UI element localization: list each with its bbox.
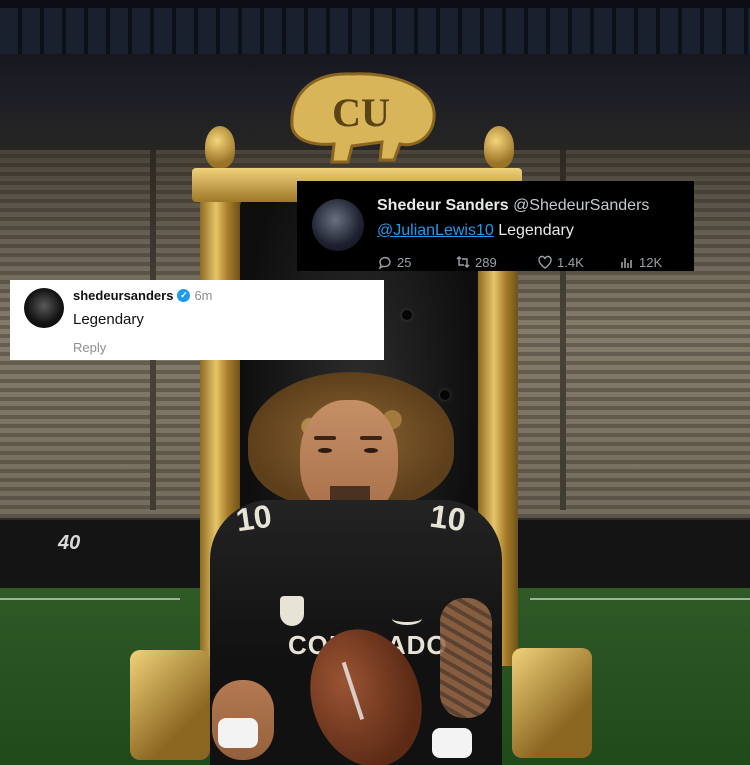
wristband-right: [432, 728, 472, 758]
wall-number: 40: [58, 532, 81, 554]
reply-icon: [378, 256, 391, 270]
like-stat[interactable]: 1.4K: [537, 254, 584, 270]
jersey-number-right: 10: [427, 497, 468, 539]
verified-badge-icon: ✓: [177, 289, 191, 302]
reply-count: 25: [397, 254, 412, 270]
retweet-count: 289: [475, 254, 497, 270]
player-brow: [360, 436, 382, 440]
yard-line: [0, 598, 180, 600]
retweet-icon: [456, 256, 470, 268]
svg-text:CU: CU: [332, 90, 390, 135]
player-eye: [364, 448, 378, 453]
jersey-number-left: 10: [233, 497, 274, 539]
throne-arm-left: [130, 650, 210, 760]
photo-background: 40 CU 10 10 COLORADO: [0, 0, 750, 765]
comment-text: Legendary: [73, 311, 144, 328]
player-brow: [314, 436, 336, 440]
tweet-stats: 25 289 1.4K 12K: [371, 254, 691, 272]
throne-tuft: [440, 390, 450, 400]
throne-arm-right: [512, 648, 592, 758]
pac12-patch: [280, 596, 304, 626]
tweet-avatar[interactable]: [312, 199, 364, 251]
view-count: 12K: [639, 254, 663, 270]
wristband-left: [218, 718, 258, 748]
reply-stat[interactable]: 25: [377, 254, 411, 270]
views-stat[interactable]: 12K: [619, 254, 662, 270]
player-eye: [318, 448, 332, 453]
tweet-author-handle[interactable]: @ShedeurSanders: [513, 197, 649, 214]
press-box: [0, 8, 750, 54]
throne-finial-right: [484, 126, 514, 168]
tweet-mention-link[interactable]: @JulianLewis10: [377, 222, 494, 239]
throne-finial-left: [205, 126, 235, 168]
instagram-comment-card: shedeursanders ✓ 6m Legendary Reply: [10, 280, 384, 360]
retweet-stat[interactable]: 289: [455, 254, 497, 270]
tweet-body: Legendary: [498, 222, 574, 239]
throne-tuft: [402, 310, 412, 320]
comment-username[interactable]: shedeursanders: [73, 288, 173, 303]
tweet-author-name[interactable]: Shedeur Sanders: [377, 197, 509, 214]
tweet-text: @JulianLewis10 Legendary: [377, 222, 574, 240]
heart-icon: [538, 255, 552, 269]
nike-swoosh: [392, 612, 422, 625]
tweet-card[interactable]: Shedeur Sanders @ShedeurSanders @JulianL…: [297, 181, 694, 271]
reply-button[interactable]: Reply: [73, 340, 106, 355]
like-count: 1.4K: [557, 254, 584, 270]
comment-avatar[interactable]: [24, 288, 64, 328]
tweet-author[interactable]: Shedeur Sanders @ShedeurSanders: [377, 197, 649, 215]
views-chart-icon: [621, 258, 632, 268]
cu-buffalo-logo: CU: [290, 72, 436, 164]
comment-header: shedeursanders ✓ 6m: [73, 288, 213, 303]
yard-line: [530, 598, 750, 600]
comment-time: 6m: [194, 288, 213, 303]
player-tattoo-arm: [440, 598, 492, 718]
